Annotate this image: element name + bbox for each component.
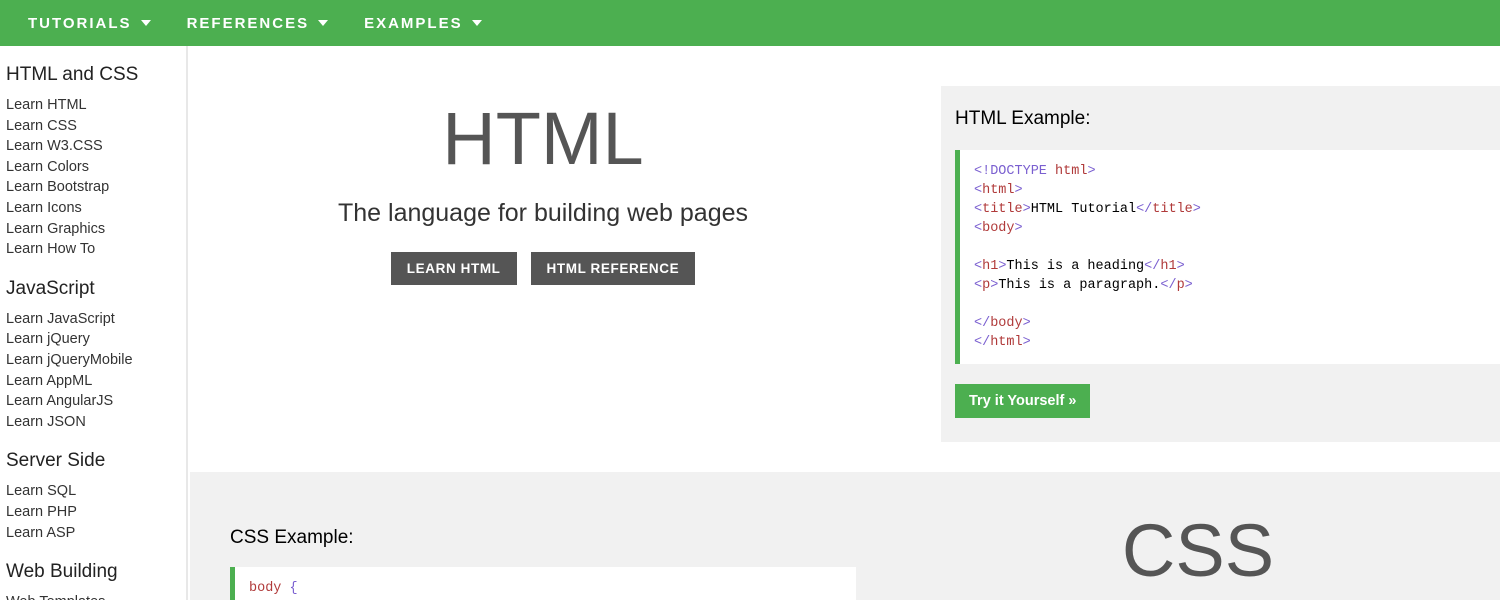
nav-item-label: EXAMPLES [364, 14, 463, 32]
css-example-card: CSS Example: body { background-color: li… [230, 527, 856, 600]
html-hero-section: HTML The language for building web pages… [190, 46, 1500, 472]
nav-item-tutorials[interactable]: TUTORIALS [10, 0, 169, 46]
sidebar-item-learn-asp[interactable]: Learn ASP [6, 523, 186, 544]
sidebar-item-learn-angularjs[interactable]: Learn AngularJS [6, 391, 186, 412]
sidebar: HTML and CSS Learn HTML Learn CSS Learn … [0, 46, 188, 600]
sidebar-item-learn-jquerymobile[interactable]: Learn jQueryMobile [6, 350, 186, 371]
main-content: HTML The language for building web pages… [190, 46, 1500, 600]
chevron-down-icon [471, 20, 482, 26]
css-hero-section: CSS Example: body { background-color: li… [190, 472, 1500, 600]
sidebar-item-learn-json[interactable]: Learn JSON [6, 412, 186, 433]
css-example-title: CSS Example: [230, 527, 354, 548]
nav-item-references[interactable]: REFERENCES [169, 0, 347, 46]
sidebar-item-learn-css[interactable]: Learn CSS [6, 116, 186, 137]
page-subtitle: The language for building web pages [337, 199, 749, 227]
sidebar-item-learn-jquery[interactable]: Learn jQuery [6, 329, 186, 350]
hero-button-group: LEARN HTML HTML REFERENCE [190, 252, 896, 285]
chevron-down-icon [318, 20, 329, 26]
sidebar-item-learn-php[interactable]: Learn PHP [6, 502, 186, 523]
css-page-title: CSS [1121, 509, 1275, 592]
sidebar-item-learn-graphics[interactable]: Learn Graphics [6, 219, 186, 240]
css-example-code: body { background-color: lightblue; [230, 567, 856, 600]
sidebar-item-learn-icons[interactable]: Learn Icons [6, 198, 186, 219]
sidebar-item-learn-sql[interactable]: Learn SQL [6, 481, 186, 502]
nav-item-label: REFERENCES [186, 14, 310, 32]
chevron-down-icon [140, 20, 151, 26]
sidebar-item-learn-bootstrap[interactable]: Learn Bootstrap [6, 177, 186, 198]
sidebar-heading-javascript: JavaScript [6, 277, 95, 299]
sidebar-heading-html-and-css: HTML and CSS [6, 64, 139, 85]
css-hero: CSS [896, 510, 1500, 592]
sidebar-heading-web-building: Web Building [6, 561, 118, 583]
sidebar-item-learn-javascript[interactable]: Learn JavaScript [6, 309, 186, 330]
nav-item-examples[interactable]: EXAMPLES [346, 0, 500, 46]
sidebar-item-learn-how-to[interactable]: Learn How To [6, 239, 186, 260]
html-example-card: HTML Example: <!DOCTYPE html> <html> <ti… [941, 86, 1500, 442]
sidebar-item-learn-html[interactable]: Learn HTML [6, 95, 186, 116]
try-it-yourself-button[interactable]: Try it Yourself » [955, 384, 1091, 418]
sidebar-item-learn-w3css[interactable]: Learn W3.CSS [6, 136, 186, 157]
sidebar-item-learn-colors[interactable]: Learn Colors [6, 157, 186, 178]
sidebar-item-learn-appml[interactable]: Learn AppML [6, 371, 186, 392]
html-reference-button[interactable]: HTML REFERENCE [530, 252, 696, 285]
learn-html-button[interactable]: LEARN HTML [390, 252, 517, 285]
top-navigation-bar: TUTORIALS REFERENCES EXAMPLES [0, 0, 1500, 46]
sidebar-heading-server-side: Server Side [6, 450, 106, 472]
sidebar-item-web-templates[interactable]: Web Templates [6, 592, 186, 600]
nav-item-label: TUTORIALS [28, 14, 132, 32]
html-example-code: <!DOCTYPE html> <html> <title>HTML Tutor… [955, 150, 1500, 364]
page-title: HTML [442, 97, 644, 180]
html-example-title: HTML Example: [955, 108, 1091, 129]
html-hero: HTML The language for building web pages… [190, 98, 896, 285]
